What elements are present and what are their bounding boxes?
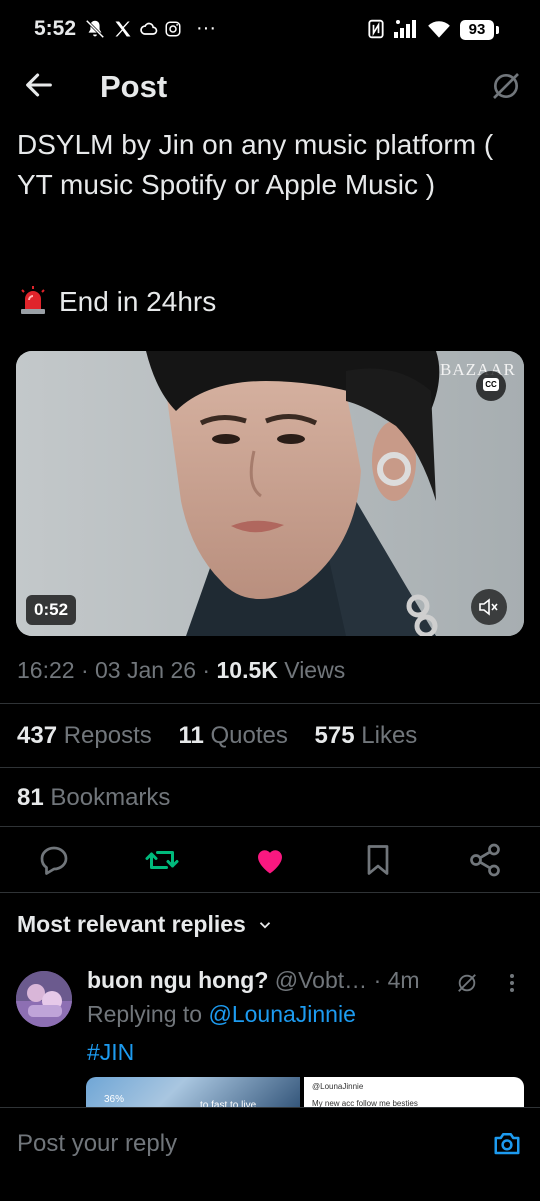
cloud-icon — [140, 22, 158, 35]
battery-tip — [496, 26, 499, 34]
grok-icon[interactable] — [456, 972, 478, 994]
video-player[interactable] — [16, 351, 524, 636]
reply-icon[interactable] — [36, 842, 72, 878]
siren-icon — [17, 285, 49, 324]
instagram-icon — [165, 21, 181, 37]
likes-stat[interactable]: 575 Likes — [315, 722, 418, 749]
reply-author-handle[interactable]: @Vobt… — [275, 967, 367, 993]
reply-header: buon ngu hong? @Vobt… · 4m — [87, 967, 420, 994]
repost-icon[interactable] — [144, 842, 180, 878]
more-notifications-icon: ··· — [196, 17, 216, 39]
avatar[interactable] — [16, 971, 72, 1027]
post-alert: End in 24hrs — [17, 285, 216, 324]
post-text: DSYLM by Jin on any music platform ( YT … — [17, 129, 494, 200]
reply-image-2-handle: @LounaJinnie — [312, 1082, 364, 1091]
page-title: Post — [100, 69, 168, 104]
captions-icon: CC — [483, 378, 499, 391]
post-date: 03 Jan 26 — [95, 657, 197, 683]
post-meta: 16:22 · 03 Jan 26 · 10.5K Views — [17, 657, 346, 683]
alert-text: End in 24hrs — [59, 286, 217, 317]
post-time: 16:22 — [17, 657, 75, 683]
quotes-stat[interactable]: 11 Quotes — [178, 722, 287, 749]
bookmark-icon[interactable] — [360, 842, 396, 878]
nfc-icon — [368, 19, 384, 39]
back-arrow-icon[interactable] — [22, 68, 56, 102]
views-label: Views — [284, 657, 346, 683]
x-logo-icon — [115, 21, 131, 37]
battery-indicator: 93 — [460, 20, 494, 40]
reply-input[interactable]: Post your reply — [17, 1130, 177, 1158]
signal-icon — [394, 20, 416, 38]
hashtag-link[interactable]: #JIN — [87, 1039, 134, 1066]
divider — [0, 826, 540, 827]
divider — [0, 892, 540, 893]
video-frame — [16, 351, 524, 636]
views-count: 10.5K — [216, 657, 278, 683]
replying-prefix: Replying to — [87, 1001, 203, 1027]
like-icon[interactable] — [252, 842, 288, 878]
wifi-icon — [428, 21, 450, 38]
status-bar — [0, 0, 540, 60]
more-options-icon[interactable] — [502, 972, 522, 994]
reply-image-1-text: 36% — [104, 1094, 125, 1105]
engagement-stats: 437 Reposts 11 Quotes 575 Likes — [17, 722, 417, 750]
grok-icon[interactable] — [490, 70, 522, 102]
speaker-muted-icon — [479, 598, 498, 616]
reply-author-name[interactable]: buon ngu hong? — [87, 967, 268, 993]
mute-button[interactable] — [471, 589, 507, 625]
divider — [0, 767, 540, 768]
replying-to-link[interactable]: @LounaJinnie — [208, 1001, 355, 1027]
share-icon[interactable] — [467, 842, 503, 878]
divider — [0, 703, 540, 704]
camera-icon[interactable] — [492, 1128, 522, 1158]
replies-sort-dropdown[interactable]: Most relevant replies — [17, 911, 274, 938]
reply-time: · 4m — [373, 967, 420, 993]
reposts-stat[interactable]: 437 Reposts — [17, 722, 152, 749]
bookmarks-stat[interactable]: 81 Bookmarks — [17, 784, 170, 812]
replying-to: Replying to @LounaJinnie — [87, 1001, 356, 1028]
replies-sort-label: Most relevant replies — [17, 911, 246, 937]
mute-bell-icon — [85, 19, 105, 39]
chevron-down-icon — [260, 922, 271, 929]
status-time: 5:52 — [34, 17, 77, 40]
video-duration: 0:52 — [26, 595, 77, 625]
